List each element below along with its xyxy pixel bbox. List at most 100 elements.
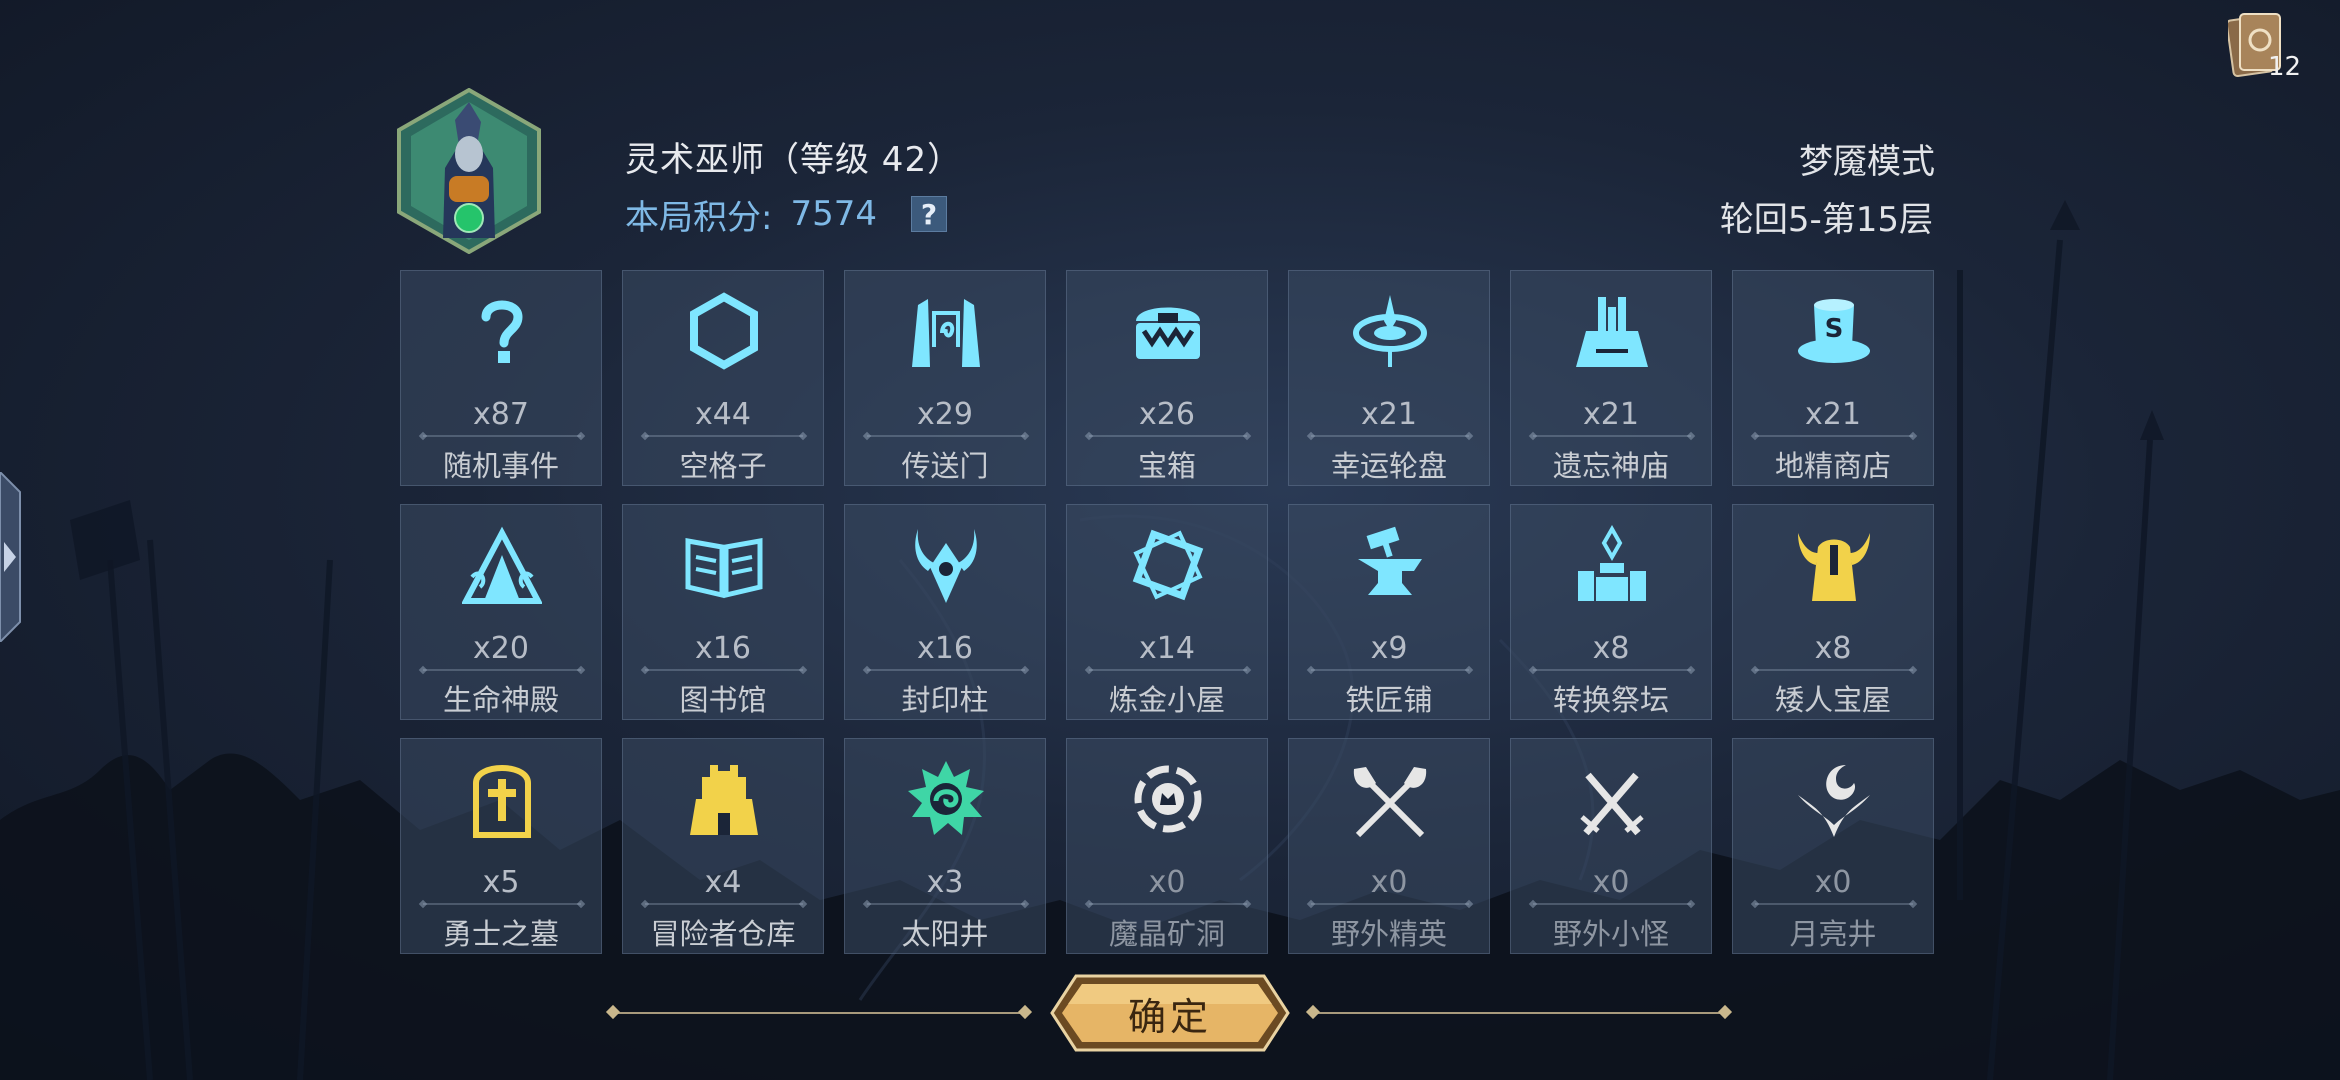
divider [1089,435,1247,437]
tile-count: x20 [473,631,529,666]
tile-card[interactable]: x0 野外精英 [1288,738,1490,954]
hero-avatar [397,88,541,254]
shop-icon: S [1798,299,1870,363]
tile-count: x21 [1361,397,1417,432]
score-label: 本局积分: [625,197,773,238]
library-icon [685,538,763,599]
tile-name: 野外精英 [1330,917,1447,951]
tile-card[interactable]: x16 封印柱 [844,504,1046,720]
tile-name: 转换祭坛 [1552,683,1669,717]
divider [867,903,1025,905]
footer-divider-left [612,1012,1026,1014]
tile-count: x21 [1805,397,1861,432]
tile-card[interactable]: x8 矮人宝屋 [1732,504,1934,720]
tile-card[interactable]: x21 遗忘神庙 [1510,270,1712,486]
tile-count: x87 [473,397,529,432]
hero-name-level: 灵术巫师（等级 42） [625,140,963,180]
tile-card[interactable]: x87 随机事件 [400,270,602,486]
question-icon [481,300,523,363]
tile-card[interactable]: x0 月亮井 [1732,738,1934,954]
tile-card[interactable]: x0 野外小怪 [1510,738,1712,954]
tile-name: 铁匠铺 [1345,683,1433,717]
divider [1089,903,1247,905]
side-expand-tab[interactable] [0,472,28,642]
footer-divider-right [1312,1012,1726,1014]
tile-name: 宝箱 [1137,449,1196,483]
tile-name: 空格子 [679,449,767,483]
anvil-icon [1358,526,1422,595]
tile-name: 太阳井 [901,917,989,951]
score-help-button[interactable]: ? [911,196,947,232]
tile-card[interactable]: x21 幸运轮盘 [1288,270,1490,486]
tile-card[interactable]: x4 冒险者仓库 [622,738,824,954]
divider [1089,669,1247,671]
tile-count: x21 [1583,397,1639,432]
divider [1311,669,1469,671]
divider [645,669,803,671]
divider [1755,435,1913,437]
svg-text:S: S [1825,314,1844,344]
tile-name: 魔晶矿洞 [1108,917,1225,951]
tile-count: x0 [1148,865,1186,900]
temple-icon [1576,297,1648,367]
tile-count: x16 [695,631,751,666]
tile-count: x3 [926,865,964,900]
crystal-mine-icon [1134,765,1202,833]
tile-count: x0 [1370,865,1408,900]
divider [1311,435,1469,437]
tile-count: x5 [482,865,520,900]
tile-name: 生命神殿 [442,683,559,717]
tile-card[interactable]: x20 生命神殿 [400,504,602,720]
tile-card[interactable]: x0 魔晶矿洞 [1066,738,1268,954]
tile-name: 矮人宝屋 [1774,683,1891,717]
portal-icon [912,299,980,367]
tile-card[interactable]: S x21 地精商店 [1732,270,1934,486]
tile-name: 野外小怪 [1552,917,1669,951]
hexagon-icon [690,292,758,370]
tile-count: x29 [917,397,973,432]
tile-name: 冒险者仓库 [650,917,796,951]
divider [1311,903,1469,905]
warehouse-icon [690,765,758,835]
swords-icon [1580,772,1644,836]
sun-well-icon [908,761,984,835]
tile-count: x8 [1592,631,1630,666]
tile-card[interactable]: x44 空格子 [622,270,824,486]
divider [1755,903,1913,905]
tile-card[interactable]: x16 图书馆 [622,504,824,720]
wheel-icon [1353,295,1427,367]
tile-name: 幸运轮盘 [1330,449,1447,483]
tile-count: x0 [1814,865,1852,900]
elite-axes-icon [1353,767,1427,838]
tile-card[interactable]: x5 勇士之墓 [400,738,602,954]
divider [645,435,803,437]
tile-card[interactable]: x29 传送门 [844,270,1046,486]
divider [645,903,803,905]
divider [1533,435,1691,437]
tile-card[interactable]: x8 转换祭坛 [1510,504,1712,720]
divider [1533,903,1691,905]
tile-name: 遗忘神庙 [1552,449,1669,483]
tile-count: x8 [1814,631,1852,666]
alchemy-icon [1132,529,1204,601]
divider [423,435,581,437]
altar-icon [1578,525,1646,601]
tile-count: x4 [704,865,742,900]
seal-pillar-icon [915,529,977,603]
tile-name: 随机事件 [442,449,559,483]
divider [867,435,1025,437]
tile-card[interactable]: x26 宝箱 [1066,270,1268,486]
tile-name: 封印柱 [901,683,989,717]
tile-card[interactable]: x14 炼金小屋 [1066,504,1268,720]
divider [423,903,581,905]
confirm-button[interactable] [1050,974,1290,1052]
tile-card[interactable]: x9 铁匠铺 [1288,504,1490,720]
divider [1533,669,1691,671]
moon-well-icon [1798,765,1870,837]
tile-count: x16 [917,631,973,666]
tile-name: 传送门 [901,449,989,483]
chest-icon [1136,307,1200,359]
tile-card[interactable]: x3 太阳井 [844,738,1046,954]
map-tile-stats-grid: x87 随机事件 x44 空格子 x29 传送门 x26 宝箱 x21 幸运轮盘… [400,270,1934,954]
tile-name: 月亮井 [1789,917,1877,951]
